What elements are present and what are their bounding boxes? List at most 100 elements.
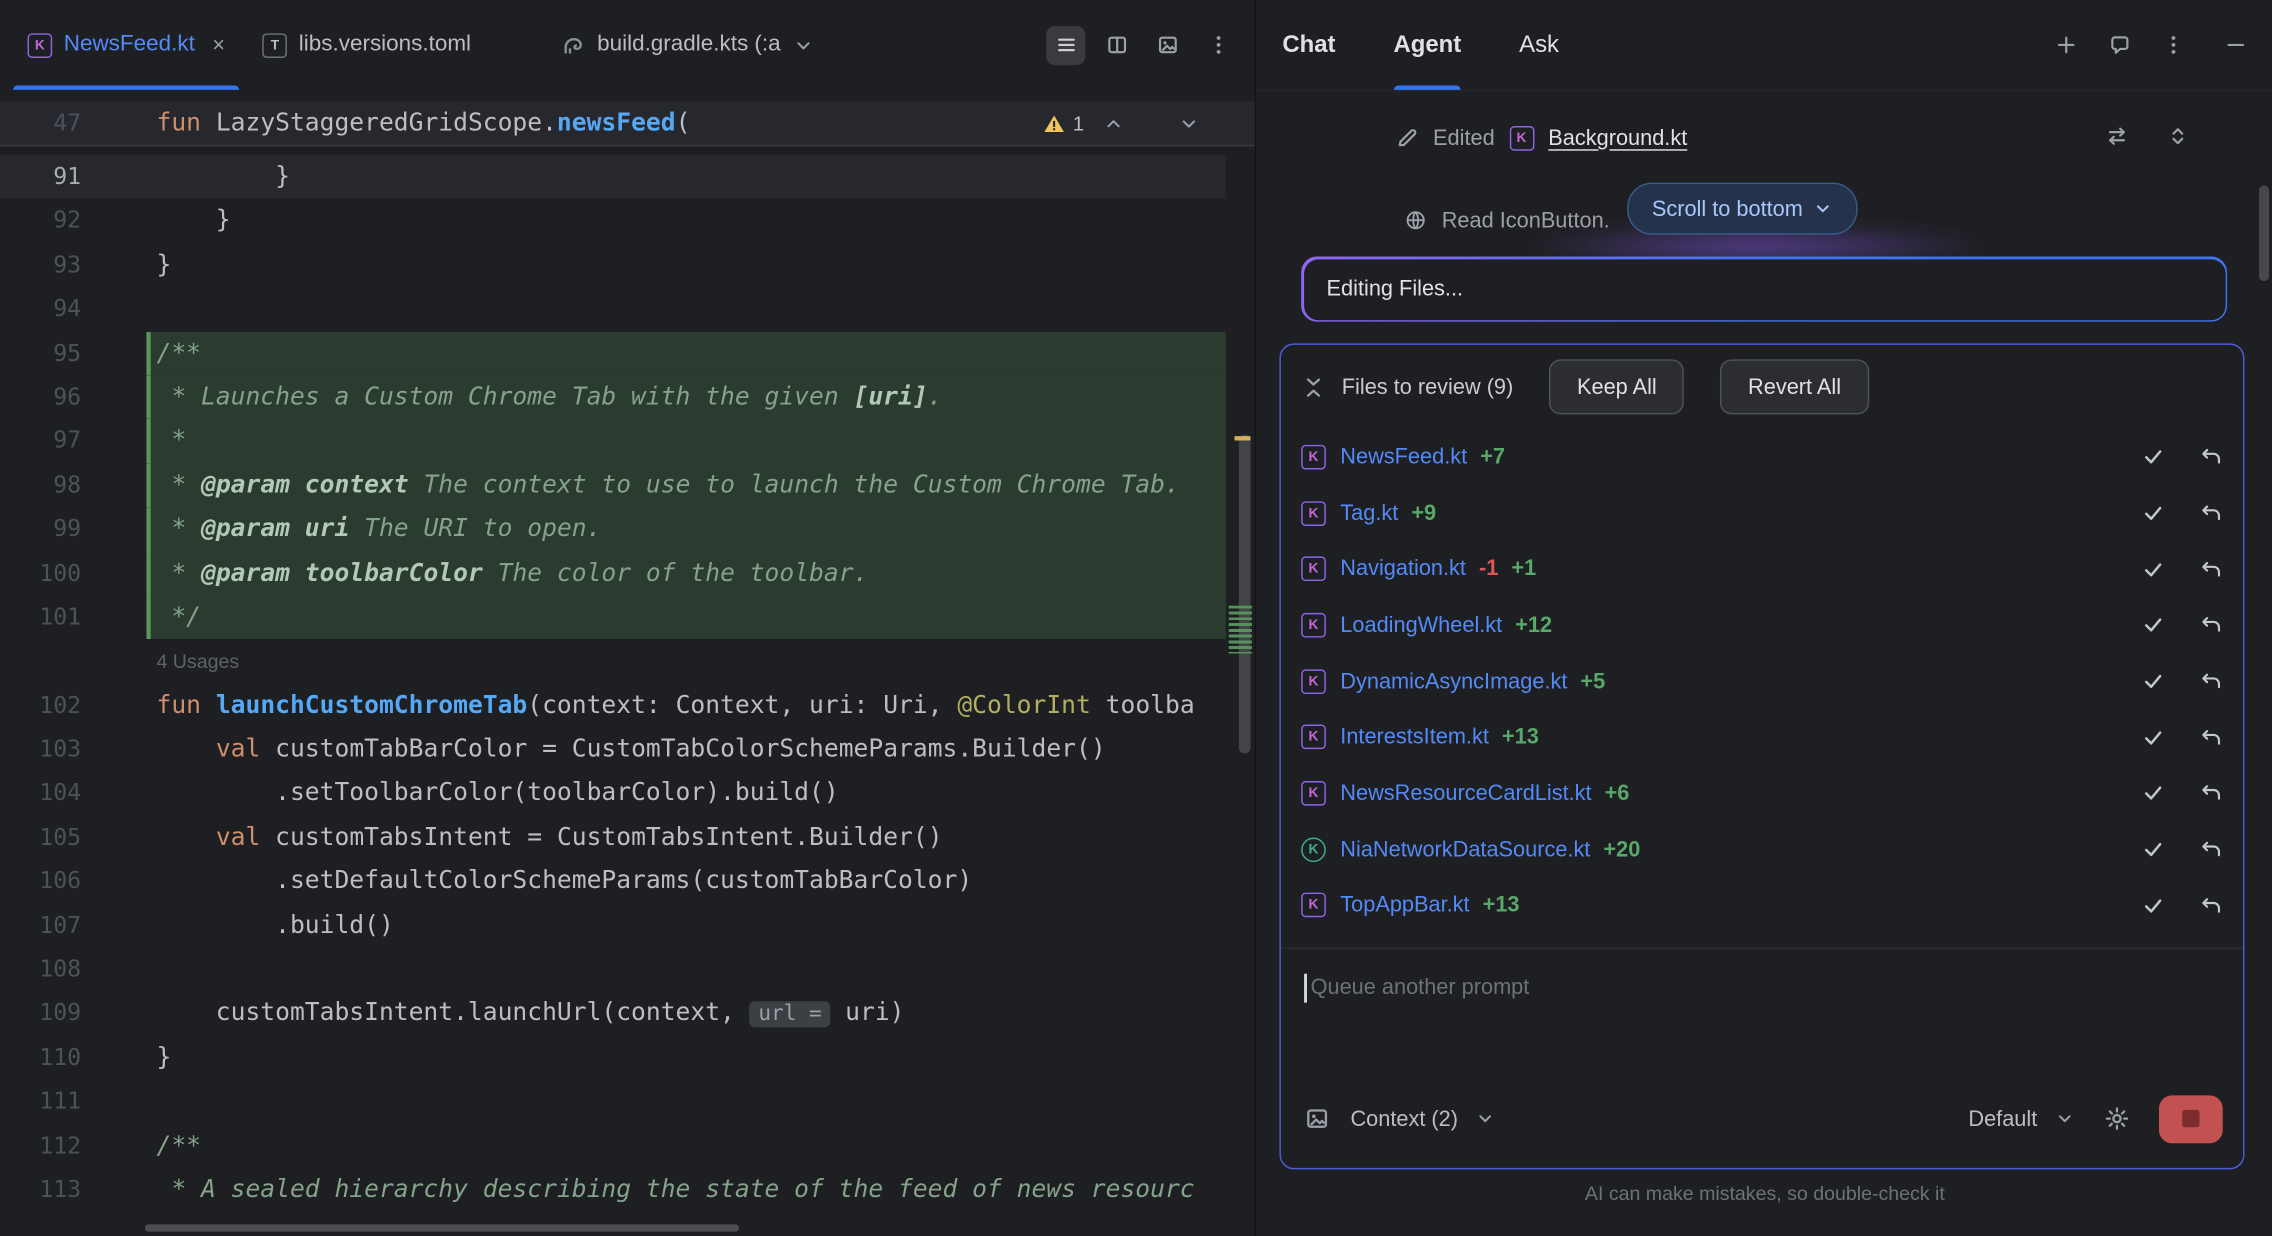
- chevron-down-icon[interactable]: [1475, 1108, 1495, 1128]
- line-number[interactable]: 96: [0, 375, 81, 419]
- hide-panel-icon[interactable]: [2224, 33, 2247, 56]
- read-label[interactable]: Read IconButton.: [1442, 208, 1610, 233]
- usages-inlay-hint[interactable]: 4 Usages: [156, 651, 239, 673]
- code-line[interactable]: 104 .setToolbarColor(toolbarColor).build…: [0, 772, 1226, 816]
- line-number[interactable]: 91: [0, 155, 81, 199]
- code-line[interactable]: 108: [0, 948, 1226, 992]
- sticky-header-line[interactable]: 47 fun LazyStaggeredGridScope.newsFeed( …: [0, 101, 1255, 146]
- code-line[interactable]: 99 * @param uri The URI to open.: [0, 507, 1226, 551]
- file-link[interactable]: InterestsItem.kt: [1340, 725, 1489, 750]
- file-link[interactable]: NiaNetworkDataSource.kt: [1340, 837, 1590, 862]
- code-line[interactable]: 94: [0, 287, 1226, 331]
- revert-undo-icon[interactable]: [2200, 670, 2223, 693]
- line-number[interactable]: 95: [0, 331, 81, 375]
- added-lines-stripe-mark[interactable]: [1229, 606, 1252, 654]
- revert-undo-icon[interactable]: [2200, 501, 2223, 524]
- tab-ask[interactable]: Ask: [1519, 0, 1559, 90]
- line-number[interactable]: 106: [0, 860, 81, 904]
- new-chat-icon[interactable]: [2055, 33, 2078, 56]
- file-link[interactable]: NewsFeed.kt: [1340, 445, 1467, 470]
- code-line[interactable]: 97 *: [0, 419, 1226, 463]
- code-line[interactable]: 107 .build(): [0, 904, 1226, 948]
- code-line[interactable]: 96 * Launches a Custom Chrome Tab with t…: [0, 375, 1226, 419]
- code-line[interactable]: 100 * @param toolbarColor The color of t…: [0, 551, 1226, 595]
- line-number[interactable]: 101: [0, 595, 81, 639]
- line-number[interactable]: 102: [0, 683, 81, 727]
- line-number[interactable]: 99: [0, 507, 81, 551]
- model-selector[interactable]: Default: [1968, 1106, 2037, 1131]
- tab-chat[interactable]: Chat: [1282, 0, 1335, 90]
- keep-all-button[interactable]: Keep All: [1549, 359, 1684, 414]
- file-link[interactable]: NewsResourceCardList.kt: [1340, 781, 1591, 806]
- list-view-icon[interactable]: [1046, 25, 1085, 64]
- line-number[interactable]: 104: [0, 772, 81, 816]
- line-number[interactable]: 100: [0, 551, 81, 595]
- tab-libs-versions-toml[interactable]: T libs.versions.toml: [244, 0, 490, 90]
- warning-icon[interactable]: 1: [1044, 101, 1084, 144]
- revert-undo-icon[interactable]: [2200, 557, 2223, 580]
- code-line[interactable]: 112/**: [0, 1124, 1226, 1168]
- line-number[interactable]: 109: [0, 992, 81, 1036]
- code-line[interactable]: 98 * @param context The context to use t…: [0, 463, 1226, 507]
- expand-icon[interactable]: [2166, 125, 2189, 148]
- code-line[interactable]: 105 val customTabsIntent = CustomTabsInt…: [0, 816, 1226, 860]
- code-line[interactable]: 113 * A sealed hierarchy describing the …: [0, 1168, 1226, 1212]
- file-link[interactable]: DynamicAsyncImage.kt: [1340, 669, 1567, 694]
- tab-build-gradle[interactable]: build.gradle.kts (:a: [542, 0, 833, 90]
- accept-check-icon[interactable]: [2142, 838, 2165, 861]
- accept-check-icon[interactable]: [2142, 614, 2165, 637]
- line-number[interactable]: 113: [0, 1168, 81, 1212]
- code-line[interactable]: 110}: [0, 1036, 1226, 1080]
- editor-vertical-scrollbar[interactable]: [1239, 435, 1251, 754]
- code-line[interactable]: 93}: [0, 243, 1226, 287]
- tab-agent[interactable]: Agent: [1393, 0, 1461, 90]
- context-selector[interactable]: Context (2): [1350, 1106, 1458, 1131]
- accept-check-icon[interactable]: [2142, 557, 2165, 580]
- line-number[interactable]: 94: [0, 287, 81, 331]
- warning-stripe-mark[interactable]: [1235, 436, 1251, 440]
- line-number[interactable]: 98: [0, 463, 81, 507]
- chevron-down-icon[interactable]: [792, 34, 814, 56]
- code-line[interactable]: 95/**: [0, 331, 1226, 375]
- file-link[interactable]: TopAppBar.kt: [1340, 893, 1469, 918]
- code-line[interactable]: 103 val customTabBarColor = CustomTabCol…: [0, 728, 1226, 772]
- code-line[interactable]: 106 .setDefaultColorSchemeParams(customT…: [0, 860, 1226, 904]
- line-number[interactable]: 112: [0, 1124, 81, 1168]
- code-line[interactable]: 109 customTabsIntent.launchUrl(context, …: [0, 992, 1226, 1036]
- accept-check-icon[interactable]: [2142, 894, 2165, 917]
- accept-check-icon[interactable]: [2142, 501, 2165, 524]
- attach-image-icon[interactable]: [1304, 1106, 1330, 1132]
- line-number[interactable]: [0, 639, 81, 683]
- revert-all-button[interactable]: Revert All: [1721, 359, 1869, 414]
- file-link[interactable]: Navigation.kt: [1340, 557, 1466, 582]
- line-number[interactable]: 103: [0, 728, 81, 772]
- code-line[interactable]: 91 }: [0, 155, 1226, 199]
- line-number[interactable]: 93: [0, 243, 81, 287]
- line-number[interactable]: 92: [0, 199, 81, 243]
- file-link[interactable]: LoadingWheel.kt: [1340, 613, 1502, 638]
- code-line[interactable]: 92 }: [0, 199, 1226, 243]
- revert-undo-icon[interactable]: [2200, 894, 2223, 917]
- line-number[interactable]: 111: [0, 1080, 81, 1124]
- settings-gear-icon[interactable]: [2104, 1106, 2130, 1132]
- prompt-input[interactable]: Queue another prompt: [1281, 949, 2243, 1083]
- revert-undo-icon[interactable]: [2200, 445, 2223, 468]
- code-line[interactable]: 111: [0, 1080, 1226, 1124]
- conversations-icon[interactable]: [2108, 33, 2131, 56]
- more-options-icon[interactable]: [2162, 33, 2185, 56]
- line-number[interactable]: 108: [0, 948, 81, 992]
- revert-undo-icon[interactable]: [2200, 838, 2223, 861]
- code-line[interactable]: 101 */: [0, 595, 1226, 639]
- revert-undo-icon[interactable]: [2200, 726, 2223, 749]
- accept-check-icon[interactable]: [2142, 670, 2165, 693]
- edited-file-link[interactable]: Background.kt: [1548, 125, 1687, 150]
- stop-button[interactable]: [2159, 1095, 2223, 1143]
- collapse-icon[interactable]: [1301, 375, 1326, 400]
- accept-check-icon[interactable]: [2142, 726, 2165, 749]
- file-link[interactable]: Tag.kt: [1340, 501, 1398, 526]
- panel-scrollbar[interactable]: [2259, 185, 2269, 281]
- scroll-to-bottom-button[interactable]: Scroll to bottom: [1627, 183, 1858, 235]
- tab-newsfeed[interactable]: K NewsFeed.kt ×: [9, 0, 244, 90]
- revert-undo-icon[interactable]: [2200, 614, 2223, 637]
- code-line[interactable]: 102fun launchCustomChromeTab(context: Co…: [0, 683, 1226, 727]
